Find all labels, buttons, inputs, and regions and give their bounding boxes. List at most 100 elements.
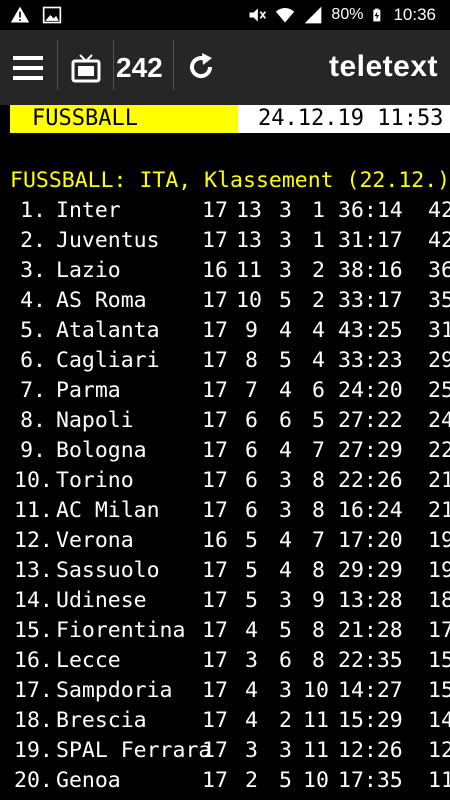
page-title: FUSSBALL: ITA, Klassement (22.12.) — [10, 168, 450, 193]
refresh-icon[interactable] — [186, 52, 216, 82]
cell-goals: 43:25 — [338, 318, 403, 343]
cell-team: Torino — [56, 468, 134, 493]
cell-goals: 33:23 — [338, 348, 403, 373]
cell-d: 4 — [279, 318, 292, 343]
cell-rank: 12. — [14, 528, 53, 553]
cell-gp: 17 — [202, 318, 228, 343]
cell-pts: 15 — [428, 648, 450, 673]
cell-rank: 16. — [14, 648, 53, 673]
cell-team: AS Roma — [56, 288, 147, 313]
table-row: 12. Verona 16 5 4 7 17:20 19 — [0, 526, 450, 556]
cell-w: 5 — [245, 528, 258, 553]
cell-l: 7 — [312, 528, 325, 553]
cell-gp: 17 — [202, 348, 228, 373]
cell-d: 4 — [279, 528, 292, 553]
cell-team: SPAL Ferrara — [56, 738, 212, 763]
cell-l: 7 — [312, 438, 325, 463]
cell-gp: 17 — [202, 618, 228, 643]
table-row: 13. Sassuolo 17 5 4 8 29:29 19 — [0, 556, 450, 586]
table-row: 4. AS Roma 17 10 5 2 33:17 35 — [0, 286, 450, 316]
cell-pts: 24 — [428, 408, 450, 433]
cell-d: 5 — [279, 348, 292, 373]
cell-rank: 2. — [20, 228, 46, 253]
cell-pts: 19 — [428, 528, 450, 553]
cell-pts: 22 — [428, 438, 450, 463]
cell-team: Fiorentina — [56, 618, 186, 643]
cell-w: 4 — [245, 678, 258, 703]
cell-team: Atalanta — [56, 318, 160, 343]
table-row: 5. Atalanta 17 9 4 4 43:25 31 — [0, 316, 450, 346]
cell-l: 10 — [303, 678, 329, 703]
tv-icon[interactable] — [70, 52, 102, 84]
cell-d: 5 — [279, 288, 292, 313]
cell-gp: 17 — [202, 228, 228, 253]
cell-d: 3 — [279, 228, 292, 253]
cell-d: 6 — [279, 648, 292, 673]
cell-goals: 36:14 — [338, 198, 403, 223]
cell-goals: 17:20 — [338, 528, 403, 553]
header-datetime: 24.12.19 11:53 — [238, 105, 450, 133]
cell-gp: 17 — [202, 438, 228, 463]
cell-pts: 42 — [428, 228, 450, 253]
cell-pts: 31 — [428, 318, 450, 343]
battery-charging-icon — [373, 8, 381, 22]
page-number[interactable]: 242 — [116, 46, 163, 90]
cell-d: 2 — [279, 708, 292, 733]
cell-l: 4 — [312, 318, 325, 343]
cell-team: Inter — [56, 198, 121, 223]
cell-goals: 14:27 — [338, 678, 403, 703]
cell-w: 8 — [245, 348, 258, 373]
cell-gp: 17 — [202, 678, 228, 703]
cell-l: 8 — [312, 558, 325, 583]
cell-pts: 36 — [428, 258, 450, 283]
cell-w: 13 — [236, 228, 262, 253]
cell-l: 11 — [303, 708, 329, 733]
cell-l: 1 — [312, 228, 325, 253]
cell-goals: 31:17 — [338, 228, 403, 253]
cell-rank: 8. — [20, 408, 46, 433]
cell-rank: 4. — [20, 288, 46, 313]
cell-d: 3 — [279, 678, 292, 703]
table-row: 1. Inter 17 13 3 1 36:14 42 — [0, 196, 450, 226]
cell-team: Juventus — [56, 228, 160, 253]
cell-d: 5 — [279, 768, 292, 793]
cell-pts: 42 — [428, 198, 450, 223]
cell-team: Cagliari — [56, 348, 160, 373]
cell-pts: 18 — [428, 588, 450, 613]
cell-gp: 17 — [202, 708, 228, 733]
table-row: 18. Brescia 17 4 2 11 15:29 14 — [0, 706, 450, 736]
cell-goals: 21:28 — [338, 618, 403, 643]
cell-gp: 17 — [202, 378, 228, 403]
cell-gp: 16 — [202, 258, 228, 283]
cell-w: 11 — [236, 258, 262, 283]
cell-d: 4 — [279, 438, 292, 463]
cell-pts: 15 — [428, 678, 450, 703]
cell-d: 3 — [279, 738, 292, 763]
cell-l: 8 — [312, 618, 325, 643]
cell-l: 8 — [312, 648, 325, 673]
table-row: 2. Juventus 17 13 3 1 31:17 42 — [0, 226, 450, 256]
cell-w: 3 — [245, 648, 258, 673]
cell-goals: 24:20 — [338, 378, 403, 403]
teletext-page: FUSSBALL 24.12.19 11:53 FUSSBALL: ITA, K… — [0, 105, 450, 800]
cell-rank: 5. — [20, 318, 46, 343]
cell-goals: 33:17 — [338, 288, 403, 313]
cell-rank: 10. — [14, 468, 53, 493]
cell-pts: 11 — [428, 768, 450, 793]
cell-rank: 1. — [20, 198, 46, 223]
cell-goals: 16:24 — [338, 498, 403, 523]
table-row: 3. Lazio 16 11 3 2 38:16 36 — [0, 256, 450, 286]
cell-w: 9 — [245, 318, 258, 343]
cell-gp: 16 — [202, 528, 228, 553]
cell-d: 4 — [279, 378, 292, 403]
menu-icon[interactable] — [12, 52, 44, 84]
table-row: 16. Lecce 17 3 6 8 22:35 15 — [0, 646, 450, 676]
table-row: 15. Fiorentina 17 4 5 8 21:28 17 — [0, 616, 450, 646]
cell-goals: 12:26 — [338, 738, 403, 763]
table-row: 20. Genoa 17 2 5 10 17:35 11 — [0, 766, 450, 796]
cell-goals: 29:29 — [338, 558, 403, 583]
cell-gp: 17 — [202, 648, 228, 673]
cell-pts: 21 — [428, 468, 450, 493]
cell-pts: 17 — [428, 618, 450, 643]
cell-l: 10 — [303, 768, 329, 793]
